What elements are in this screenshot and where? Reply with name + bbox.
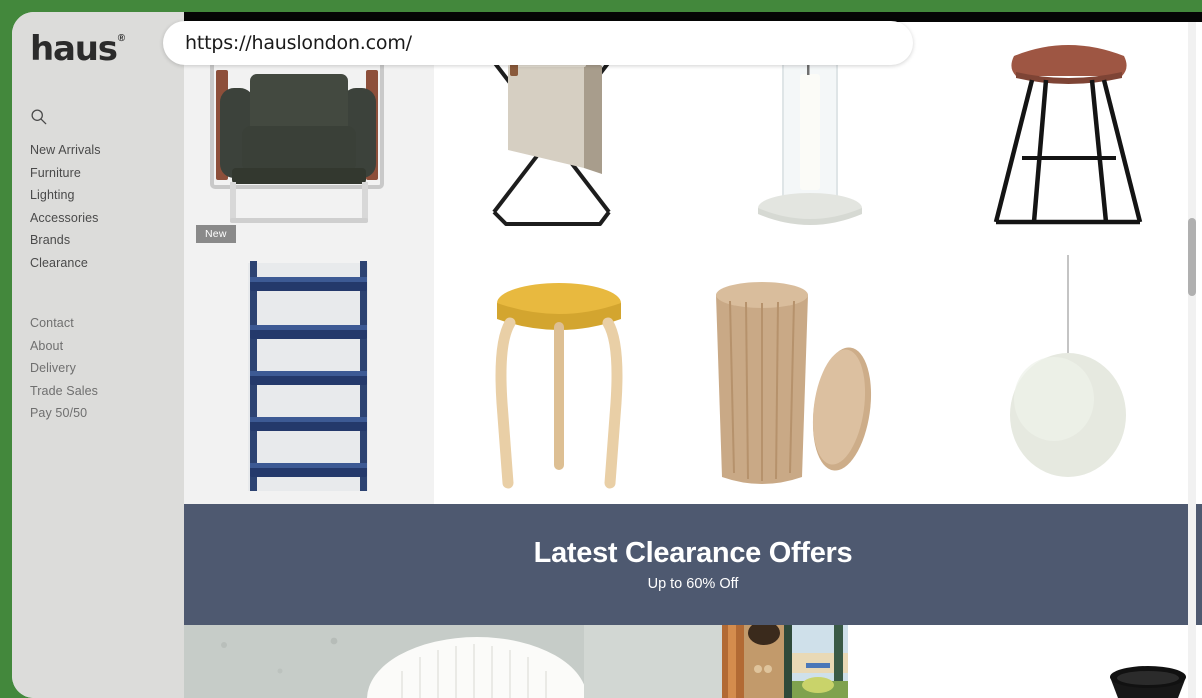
browser-window: haus ® New Arrivals Furniture Lighting A…	[12, 12, 1202, 698]
secondary-navigation: Contact About Delivery Trade Sales Pay 5…	[30, 312, 184, 425]
product-card-bar-stool[interactable]	[934, 22, 1202, 253]
page-scrollbar-thumb[interactable]	[1188, 218, 1196, 296]
product-card-wooden-stool[interactable]	[434, 253, 684, 504]
wall-shelf-image	[184, 253, 434, 504]
black-bowl-image	[912, 625, 1202, 698]
search-icon	[31, 109, 47, 125]
page-content: New Latest Clearance Offers Up to 60% Of…	[184, 12, 1202, 698]
primary-navigation: New Arrivals Furniture Lighting Accessor…	[30, 139, 184, 274]
pendant-lamp-image	[934, 253, 1202, 504]
sidebar-item-delivery[interactable]: Delivery	[30, 357, 184, 380]
wooden-stool-image	[434, 253, 684, 504]
clearance-banner[interactable]: Latest Clearance Offers Up to 60% Off	[184, 504, 1202, 625]
address-bar[interactable]: https://hauslondon.com/	[163, 21, 913, 65]
feature-panel-concrete-lamp[interactable]	[184, 625, 722, 698]
feature-strip	[184, 625, 1202, 698]
concrete-lamp-image	[184, 625, 722, 698]
clearance-subtitle: Up to 60% Off	[647, 576, 739, 592]
address-bar-url: https://hauslondon.com/	[185, 32, 412, 54]
sidebar-item-clearance[interactable]: Clearance	[30, 252, 184, 275]
paper-bin-image	[684, 253, 934, 504]
registered-mark-icon: ®	[117, 33, 126, 44]
clearance-title: Latest Clearance Offers	[533, 537, 853, 569]
shopfront-image	[722, 625, 912, 698]
product-card-pendant-lamp[interactable]	[934, 253, 1202, 504]
product-card-paper-bin[interactable]	[684, 253, 934, 504]
logo-text: haus	[30, 29, 118, 69]
status-badge: New	[196, 225, 236, 243]
sidebar-item-pay-50-50[interactable]: Pay 50/50	[30, 402, 184, 425]
sidebar-item-accessories[interactable]: Accessories	[30, 207, 184, 230]
sidebar-item-furniture[interactable]: Furniture	[30, 162, 184, 185]
search-button[interactable]	[30, 108, 184, 126]
feature-panel-black-bowl[interactable]	[912, 625, 1202, 698]
bar-stool-image	[934, 22, 1202, 253]
feature-panel-shopfront[interactable]	[722, 625, 912, 698]
sidebar-item-contact[interactable]: Contact	[30, 312, 184, 335]
sidebar-item-new-arrivals[interactable]: New Arrivals	[30, 139, 184, 162]
product-grid: New	[184, 22, 1202, 504]
product-card-wall-shelf[interactable]	[184, 253, 434, 504]
sidebar-item-about[interactable]: About	[30, 335, 184, 358]
sidebar: haus ® New Arrivals Furniture Lighting A…	[12, 12, 184, 698]
sidebar-item-brands[interactable]: Brands	[30, 229, 184, 252]
page-scrollbar-track[interactable]	[1188, 22, 1196, 698]
sidebar-item-trade-sales[interactable]: Trade Sales	[30, 380, 184, 403]
site-logo[interactable]: haus ®	[30, 32, 184, 66]
sidebar-item-lighting[interactable]: Lighting	[30, 184, 184, 207]
